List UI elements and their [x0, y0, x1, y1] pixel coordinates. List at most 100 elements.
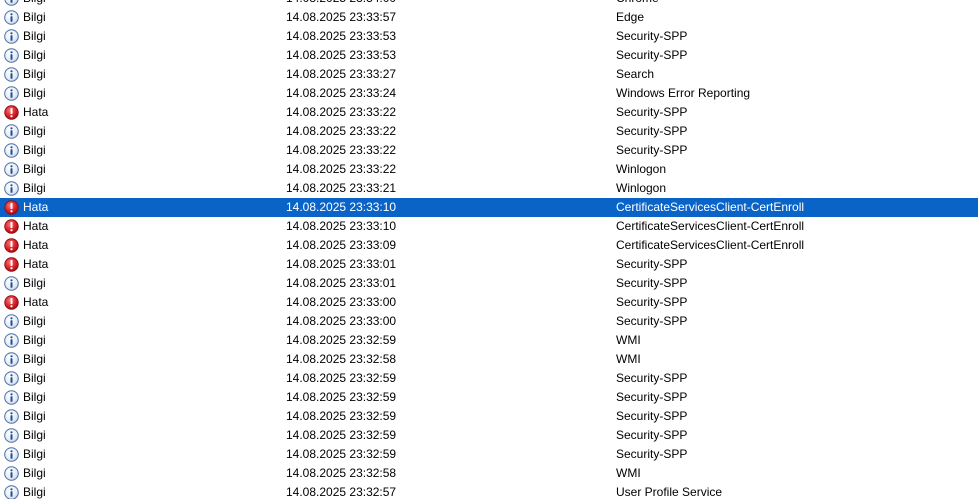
event-row[interactable]: Bilgi 14.08.2025 23:33:22 Security-SPP [0, 141, 978, 160]
date-cell: 14.08.2025 23:33:53 [286, 48, 397, 62]
event-row[interactable]: Bilgi 14.08.2025 23:32:59 Security-SPP [0, 369, 978, 388]
date-cell: 14.08.2025 23:33:10 [286, 219, 397, 233]
level-cell: Bilgi [4, 179, 274, 198]
source-cell: Search [616, 67, 655, 81]
level-cell: Bilgi [4, 388, 274, 407]
level-label: Bilgi [23, 86, 46, 100]
event-row[interactable]: Bilgi 14.08.2025 23:33:27 Search [0, 65, 978, 84]
info-icon [4, 67, 19, 82]
error-icon [4, 105, 19, 120]
info-icon [4, 10, 19, 25]
level-label: Bilgi [23, 466, 46, 480]
level-cell: Bilgi [4, 445, 274, 464]
event-row[interactable]: Bilgi 14.08.2025 23:32:57 User Profile S… [0, 483, 978, 499]
level-cell: Hata [4, 198, 274, 217]
level-label: Bilgi [23, 428, 46, 442]
info-icon [4, 447, 19, 462]
level-cell: Bilgi [4, 8, 274, 27]
date-cell: 14.08.2025 23:32:58 [286, 466, 397, 480]
event-row[interactable]: Bilgi 14.08.2025 23:32:59 Security-SPP [0, 426, 978, 445]
source-cell: Security-SPP [616, 143, 688, 157]
event-row[interactable]: Bilgi 14.08.2025 23:34:00 Chrome [0, 0, 978, 8]
date-cell: 14.08.2025 23:32:59 [286, 409, 397, 423]
event-row[interactable]: Bilgi 14.08.2025 23:32:59 Security-SPP [0, 407, 978, 426]
source-cell: Security-SPP [616, 29, 688, 43]
level-label: Bilgi [23, 181, 46, 195]
level-label: Hata [23, 105, 49, 119]
source-cell: CertificateServicesClient-CertEnroll [616, 219, 805, 233]
event-row[interactable]: Bilgi 14.08.2025 23:33:01 Security-SPP [0, 274, 978, 293]
date-cell: 14.08.2025 23:33:00 [286, 314, 397, 328]
date-cell: 14.08.2025 23:33:53 [286, 29, 397, 43]
level-cell: Bilgi [4, 0, 274, 8]
date-cell: 14.08.2025 23:33:22 [286, 143, 397, 157]
level-label: Bilgi [23, 10, 46, 24]
level-cell: Bilgi [4, 369, 274, 388]
event-row[interactable]: Bilgi 14.08.2025 23:33:00 Security-SPP [0, 312, 978, 331]
error-icon [4, 257, 19, 272]
level-label: Bilgi [23, 314, 46, 328]
info-icon [4, 0, 19, 6]
event-row[interactable]: Bilgi 14.08.2025 23:33:22 Winlogon [0, 160, 978, 179]
event-row[interactable]: Hata 14.08.2025 23:33:22 Security-SPP [0, 103, 978, 122]
event-row[interactable]: Hata 14.08.2025 23:33:01 Security-SPP [0, 255, 978, 274]
level-label: Bilgi [23, 390, 46, 404]
source-cell: Security-SPP [616, 428, 688, 442]
level-label: Hata [23, 295, 49, 309]
info-icon [4, 428, 19, 443]
event-row[interactable]: Bilgi 14.08.2025 23:33:22 Security-SPP [0, 122, 978, 141]
level-cell: Bilgi [4, 274, 274, 293]
level-label: Bilgi [23, 48, 46, 62]
event-row[interactable]: Hata 14.08.2025 23:33:00 Security-SPP [0, 293, 978, 312]
source-cell: Security-SPP [616, 124, 688, 138]
level-label: Hata [23, 219, 49, 233]
info-icon [4, 390, 19, 405]
level-cell: Bilgi [4, 65, 274, 84]
event-row[interactable]: Hata 14.08.2025 23:33:10 CertificateServ… [0, 198, 978, 217]
date-cell: 14.08.2025 23:33:01 [286, 276, 397, 290]
source-cell: Security-SPP [616, 48, 688, 62]
level-cell: Hata [4, 103, 274, 122]
source-cell: Winlogon [616, 181, 667, 195]
event-row[interactable]: Bilgi 14.08.2025 23:32:59 WMI [0, 331, 978, 350]
event-row[interactable]: Bilgi 14.08.2025 23:32:59 Security-SPP [0, 445, 978, 464]
event-row[interactable]: Bilgi 14.08.2025 23:32:58 WMI [0, 464, 978, 483]
event-row[interactable]: Bilgi 14.08.2025 23:33:21 Winlogon [0, 179, 978, 198]
event-row[interactable]: Bilgi 14.08.2025 23:33:53 Security-SPP [0, 27, 978, 46]
event-row[interactable]: Bilgi 14.08.2025 23:33:53 Security-SPP [0, 46, 978, 65]
event-rows: Bilgi 14.08.2025 23:34:00 Chrome Bilgi 1… [0, 0, 978, 499]
event-row[interactable]: Hata 14.08.2025 23:33:09 CertificateServ… [0, 236, 978, 255]
info-icon [4, 86, 19, 101]
date-cell: 14.08.2025 23:34:00 [286, 0, 606, 8]
level-label: Bilgi [22, 0, 47, 8]
source-cell: CertificateServicesClient-CertEnroll [616, 200, 805, 214]
source-cell: Edge [616, 10, 645, 24]
source-cell: WMI [616, 466, 641, 480]
source-cell: Security-SPP [616, 105, 688, 119]
source-cell: Security-SPP [616, 390, 688, 404]
level-cell: Hata [4, 255, 274, 274]
date-cell: 14.08.2025 23:33:22 [286, 124, 397, 138]
date-cell: 14.08.2025 23:33:24 [286, 86, 397, 100]
date-cell: 14.08.2025 23:33:22 [286, 162, 397, 176]
event-row[interactable]: Bilgi 14.08.2025 23:32:59 Security-SPP [0, 388, 978, 407]
event-row[interactable]: Bilgi 14.08.2025 23:32:58 WMI [0, 350, 978, 369]
source-cell: Windows Error Reporting [616, 86, 751, 100]
level-cell: Hata [4, 293, 274, 312]
level-cell: Bilgi [4, 160, 274, 179]
level-cell: Bilgi [4, 122, 274, 141]
level-label: Bilgi [23, 333, 46, 347]
level-cell: Bilgi [4, 331, 274, 350]
info-icon [4, 276, 19, 291]
date-cell: 14.08.2025 23:33:21 [286, 181, 397, 195]
info-icon [4, 124, 19, 139]
level-label: Bilgi [23, 124, 46, 138]
event-row[interactable]: Bilgi 14.08.2025 23:33:57 Edge [0, 8, 978, 27]
event-row[interactable]: Bilgi 14.08.2025 23:33:24 Windows Error … [0, 84, 978, 103]
error-icon [4, 238, 19, 253]
source-cell: Security-SPP [616, 447, 688, 461]
info-icon [4, 143, 19, 158]
info-icon [4, 371, 19, 386]
level-label: Bilgi [23, 485, 46, 499]
event-row[interactable]: Hata 14.08.2025 23:33:10 CertificateServ… [0, 217, 978, 236]
